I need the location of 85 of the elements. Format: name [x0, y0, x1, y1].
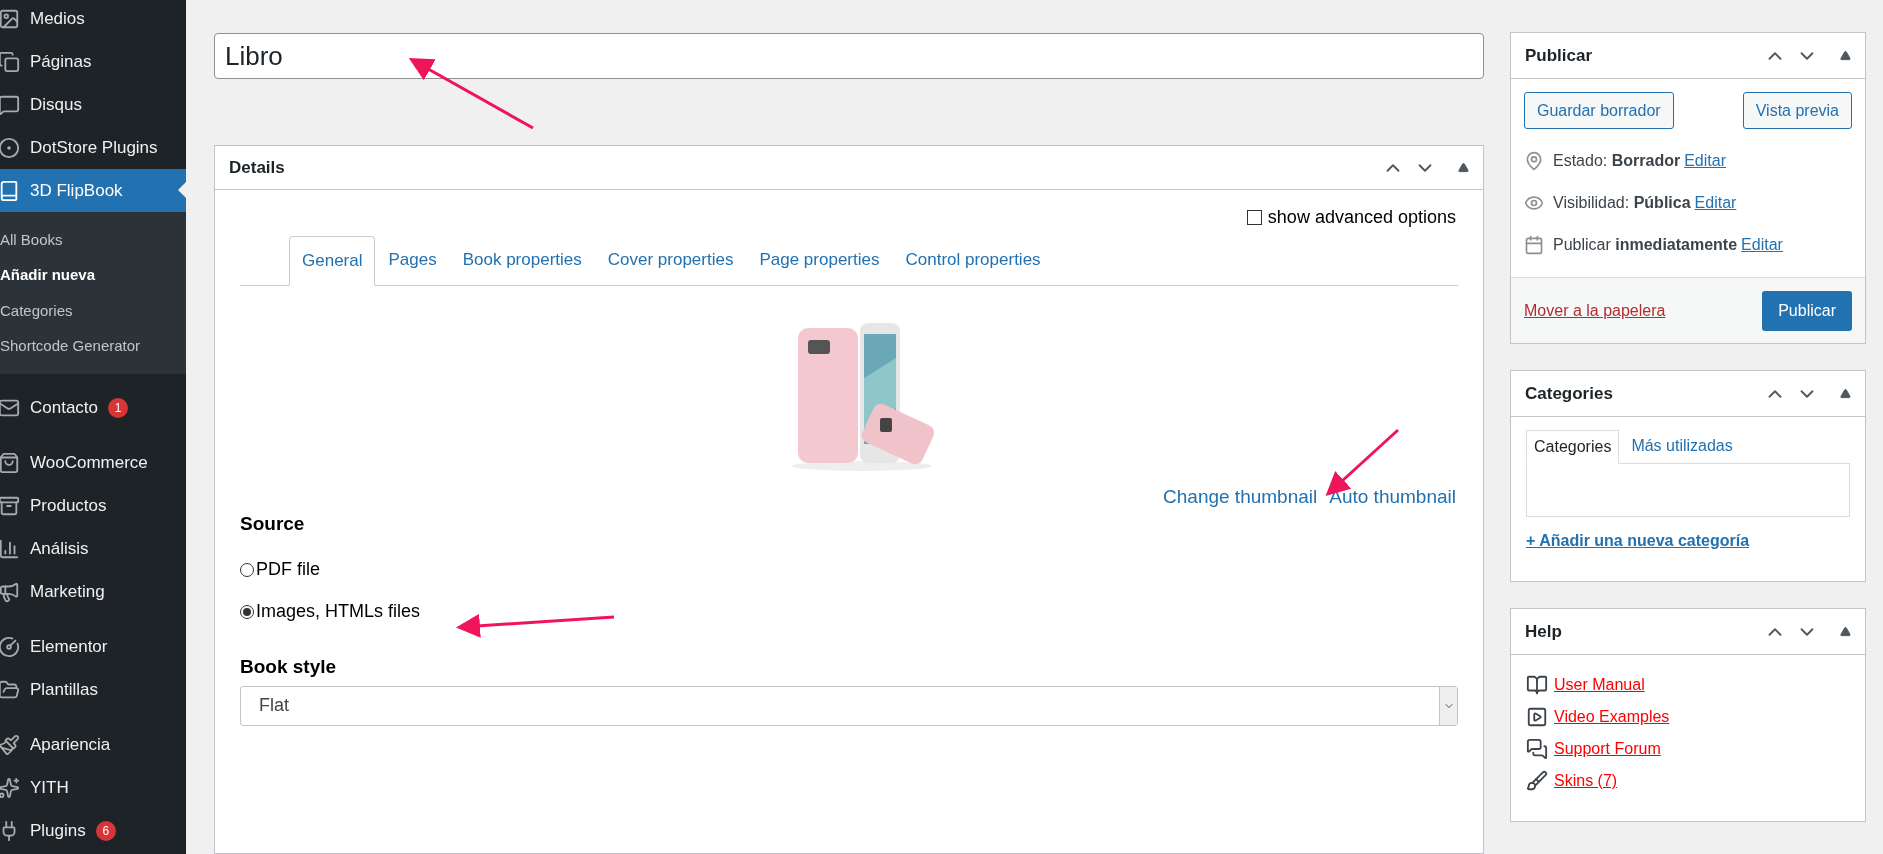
tab[interactable]: Cover properties — [594, 235, 747, 285]
current-pointer-icon — [178, 182, 186, 198]
sidebar-item[interactable]: Productos — [0, 484, 186, 527]
sidebar-item[interactable]: Elementor — [0, 625, 186, 668]
status-text: Visibilidad: Pública — [1553, 193, 1691, 213]
megaphone-icon — [0, 580, 20, 603]
circle-icon — [0, 635, 20, 658]
add-category-link[interactable]: + Añadir una nueva categoría — [1526, 529, 1850, 553]
calendar-icon — [1524, 235, 1544, 255]
count-badge: 6 — [95, 820, 116, 841]
collapse-icon[interactable] — [1458, 162, 1469, 173]
sidebar-item[interactable]: Análisis — [0, 527, 186, 570]
sidebar-item[interactable]: Plantillas — [0, 668, 186, 711]
secondary-button[interactable]: Vista previa — [1742, 92, 1852, 129]
collapse-icon[interactable] — [1840, 626, 1851, 637]
sidebar-item[interactable]: DotStore Plugins — [0, 126, 186, 169]
panel-title: Details — [229, 156, 285, 179]
radio-label: Images, HTMLs files — [256, 600, 421, 623]
radio-label: PDF file — [256, 558, 320, 581]
tab[interactable]: Categories — [1526, 430, 1620, 464]
section-heading: Source — [240, 511, 306, 536]
help-link[interactable]: Skins (7) — [1554, 769, 1618, 793]
edit-link[interactable]: Editar — [1694, 191, 1737, 215]
sidebar-item[interactable]: WooCommerce — [0, 441, 186, 484]
status-text: Estado: Borrador — [1553, 151, 1681, 171]
sidebar-item[interactable]: YITH — [0, 766, 186, 809]
submenu-item[interactable]: Shortcode Generator — [0, 328, 186, 364]
radio-button[interactable] — [240, 562, 254, 577]
thumbnail-link[interactable]: Change thumbnail — [1163, 483, 1318, 512]
paintbrush-icon — [0, 733, 20, 756]
panel-title: Help — [1525, 620, 1562, 643]
trash-link[interactable]: Mover a la papelera — [1524, 298, 1666, 323]
sidebar-item[interactable]: Apariencia — [0, 723, 186, 766]
edit-link[interactable]: Editar — [1741, 233, 1783, 257]
title-field[interactable]: Libro — [214, 33, 1484, 79]
collapse-icon[interactable] — [1840, 50, 1851, 61]
bar-chart-icon — [0, 537, 20, 560]
radio-button[interactable] — [240, 604, 254, 619]
sidebar-item[interactable]: Plugins 6 — [0, 809, 186, 852]
images-icon — [0, 7, 20, 30]
speech-bubbles-icon — [1526, 738, 1548, 760]
edit-link[interactable]: Editar — [1684, 149, 1726, 173]
book-icon — [0, 179, 20, 202]
book-icon — [1526, 674, 1548, 696]
eye-icon — [1524, 193, 1544, 213]
brush-icon — [1526, 770, 1548, 792]
panel-title: Publicar — [1525, 44, 1593, 67]
sidebar-item[interactable]: 3D FlipBook — [0, 169, 186, 212]
sidebar-item[interactable]: Contacto 1 — [0, 386, 186, 429]
play-icon — [1526, 706, 1548, 728]
speech-bubble-icon — [0, 93, 20, 116]
checkbox-label: show advanced options — [1267, 206, 1456, 229]
pin-icon — [1524, 151, 1544, 171]
submenu-item[interactable]: Categories — [0, 293, 186, 329]
sidebar-item[interactable]: Marketing — [0, 570, 186, 613]
status-text: Publicar inmediatamente — [1553, 235, 1738, 255]
count-badge: 1 — [108, 397, 129, 418]
thumbnail-link[interactable]: Auto thumbnail — [1329, 483, 1456, 512]
tab[interactable]: Book properties — [449, 235, 595, 285]
sidebar-item[interactable]: Páginas — [0, 40, 186, 83]
secondary-button[interactable]: Guardar borrador — [1524, 92, 1674, 129]
pages-icon — [0, 50, 20, 73]
submenu-item[interactable]: Añadir nueva — [0, 257, 186, 293]
tab[interactable]: Page properties — [746, 235, 893, 285]
collapse-icon[interactable] — [1840, 388, 1851, 399]
tab[interactable]: Control properties — [892, 235, 1054, 285]
tab[interactable]: General — [289, 236, 376, 286]
section-heading: Book style — [240, 655, 338, 679]
checkbox[interactable] — [1246, 210, 1262, 225]
folder-icon — [0, 678, 20, 701]
help-link[interactable]: Support Forum — [1554, 737, 1661, 761]
style-select[interactable]: Flat — [240, 685, 1458, 726]
publish-button[interactable]: Publicar — [1762, 290, 1852, 331]
tab[interactable]: Pages — [375, 235, 450, 285]
help-link[interactable]: User Manual — [1554, 673, 1645, 697]
submenu-item[interactable]: All Books — [0, 222, 186, 258]
help-link[interactable]: Video Examples — [1554, 705, 1670, 729]
sidebar-item[interactable]: Disqus — [0, 83, 186, 126]
target-icon — [0, 136, 20, 159]
archive-box-icon — [0, 494, 20, 517]
panel-title: Categories — [1525, 382, 1613, 405]
sparkle-icon — [0, 776, 20, 799]
shopping-bag-icon — [0, 451, 20, 474]
sidebar-item[interactable]: Medios — [0, 0, 186, 40]
tab[interactable]: Más utilizadas — [1619, 429, 1745, 463]
